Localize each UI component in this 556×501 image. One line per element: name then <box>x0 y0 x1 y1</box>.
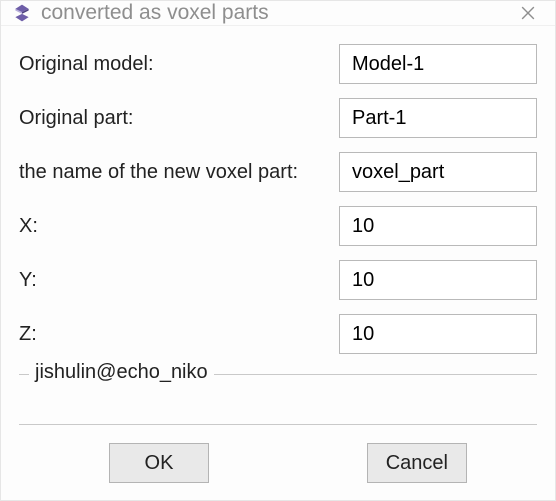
input-z[interactable] <box>339 314 537 354</box>
input-voxel-name[interactable] <box>339 152 537 192</box>
input-original-part-text[interactable] <box>350 106 526 131</box>
input-z-text[interactable] <box>350 322 526 347</box>
dialog-window: converted as voxel parts Original model:… <box>0 0 556 501</box>
label-original-part: Original part: <box>19 107 339 130</box>
group-label: jishulin@echo_niko <box>29 361 214 384</box>
group-box: jishulin@echo_niko <box>19 374 537 422</box>
input-y-text[interactable] <box>350 268 526 293</box>
label-y: Y: <box>19 269 339 292</box>
ok-button[interactable]: OK <box>109 443 209 483</box>
app-icon <box>11 2 33 24</box>
input-x[interactable] <box>339 206 537 246</box>
button-row: OK Cancel <box>19 425 537 501</box>
dialog-content: Original model: Original part: the name … <box>1 26 555 501</box>
input-original-model-text[interactable] <box>350 52 526 77</box>
titlebar: converted as voxel parts <box>1 1 555 26</box>
input-voxel-name-text[interactable] <box>350 160 526 185</box>
window-title: converted as voxel parts <box>41 1 507 25</box>
input-original-part[interactable] <box>339 98 537 138</box>
label-voxel-name: the name of the new voxel part: <box>19 161 339 184</box>
input-original-model[interactable] <box>339 44 537 84</box>
label-original-model: Original model: <box>19 53 339 76</box>
cancel-button[interactable]: Cancel <box>367 443 467 483</box>
input-y[interactable] <box>339 260 537 300</box>
label-z: Z: <box>19 323 339 346</box>
input-x-text[interactable] <box>350 214 526 239</box>
close-button[interactable] <box>507 1 549 25</box>
label-x: X: <box>19 215 339 238</box>
form-grid: Original model: Original part: the name … <box>19 44 537 354</box>
close-icon <box>521 6 535 20</box>
